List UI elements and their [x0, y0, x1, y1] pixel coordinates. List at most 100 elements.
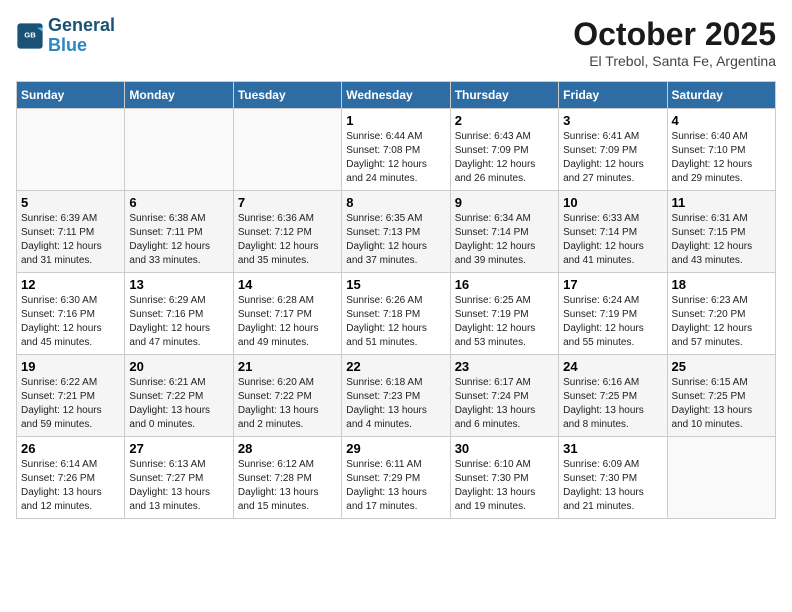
day-number: 14: [238, 277, 337, 292]
calendar-cell: 13 Sunrise: 6:29 AM Sunset: 7:16 PM Dayli…: [125, 273, 233, 355]
day-number: 27: [129, 441, 228, 456]
svg-text:GB: GB: [24, 30, 36, 39]
calendar-cell: 27 Sunrise: 6:13 AM Sunset: 7:27 PM Dayli…: [125, 437, 233, 519]
day-info: Sunrise: 6:28 AM Sunset: 7:17 PM Dayligh…: [238, 294, 337, 350]
day-info: Sunrise: 6:33 AM Sunset: 7:14 PM Dayligh…: [563, 212, 662, 268]
day-number: 13: [129, 277, 228, 292]
calendar-title: October 2025: [573, 16, 776, 53]
day-number: 22: [346, 359, 445, 374]
day-info: Sunrise: 6:43 AM Sunset: 7:09 PM Dayligh…: [455, 130, 554, 186]
day-number: 28: [238, 441, 337, 456]
calendar-header-row: SundayMondayTuesdayWednesdayThursdayFrid…: [17, 82, 776, 109]
day-info: Sunrise: 6:11 AM Sunset: 7:29 PM Dayligh…: [346, 458, 445, 514]
calendar-cell: 2 Sunrise: 6:43 AM Sunset: 7:09 PM Daylig…: [450, 109, 558, 191]
day-number: 26: [21, 441, 120, 456]
day-number: 2: [455, 113, 554, 128]
day-info: Sunrise: 6:17 AM Sunset: 7:24 PM Dayligh…: [455, 376, 554, 432]
day-number: 16: [455, 277, 554, 292]
day-number: 8: [346, 195, 445, 210]
day-number: 31: [563, 441, 662, 456]
calendar-cell: [125, 109, 233, 191]
calendar-cell: 10 Sunrise: 6:33 AM Sunset: 7:14 PM Dayli…: [559, 191, 667, 273]
day-info: Sunrise: 6:20 AM Sunset: 7:22 PM Dayligh…: [238, 376, 337, 432]
day-info: Sunrise: 6:14 AM Sunset: 7:26 PM Dayligh…: [21, 458, 120, 514]
calendar-week-row: 1Sunrise: 6:44 AM Sunset: 7:08 PM Daylig…: [17, 109, 776, 191]
calendar-cell: 9Sunrise: 6:34 AM Sunset: 7:14 PM Daylig…: [450, 191, 558, 273]
day-number: 6: [129, 195, 228, 210]
day-info: Sunrise: 6:23 AM Sunset: 7:20 PM Dayligh…: [672, 294, 771, 350]
day-info: Sunrise: 6:18 AM Sunset: 7:23 PM Dayligh…: [346, 376, 445, 432]
calendar-cell: 28 Sunrise: 6:12 AM Sunset: 7:28 PM Dayli…: [233, 437, 341, 519]
day-number: 5: [21, 195, 120, 210]
calendar-cell: 6Sunrise: 6:38 AM Sunset: 7:11 PM Daylig…: [125, 191, 233, 273]
calendar-cell: 19 Sunrise: 6:22 AM Sunset: 7:21 PM Dayli…: [17, 355, 125, 437]
logo-text-line1: General: [48, 16, 115, 36]
calendar-cell: 12 Sunrise: 6:30 AM Sunset: 7:16 PM Dayli…: [17, 273, 125, 355]
day-info: Sunrise: 6:15 AM Sunset: 7:25 PM Dayligh…: [672, 376, 771, 432]
day-info: Sunrise: 6:13 AM Sunset: 7:27 PM Dayligh…: [129, 458, 228, 514]
calendar-cell: 1Sunrise: 6:44 AM Sunset: 7:08 PM Daylig…: [342, 109, 450, 191]
calendar-cell: 31 Sunrise: 6:09 AM Sunset: 7:30 PM Dayli…: [559, 437, 667, 519]
day-info: Sunrise: 6:21 AM Sunset: 7:22 PM Dayligh…: [129, 376, 228, 432]
calendar-cell: 15 Sunrise: 6:26 AM Sunset: 7:18 PM Dayli…: [342, 273, 450, 355]
day-info: Sunrise: 6:26 AM Sunset: 7:18 PM Dayligh…: [346, 294, 445, 350]
day-info: Sunrise: 6:09 AM Sunset: 7:30 PM Dayligh…: [563, 458, 662, 514]
calendar-cell: 25 Sunrise: 6:15 AM Sunset: 7:25 PM Dayli…: [667, 355, 775, 437]
header-friday: Friday: [559, 82, 667, 109]
day-info: Sunrise: 6:34 AM Sunset: 7:14 PM Dayligh…: [455, 212, 554, 268]
calendar-cell: 14 Sunrise: 6:28 AM Sunset: 7:17 PM Dayli…: [233, 273, 341, 355]
title-area: October 2025 El Trebol, Santa Fe, Argent…: [573, 16, 776, 69]
calendar-cell: 30 Sunrise: 6:10 AM Sunset: 7:30 PM Dayli…: [450, 437, 558, 519]
calendar-cell: 8Sunrise: 6:35 AM Sunset: 7:13 PM Daylig…: [342, 191, 450, 273]
header-wednesday: Wednesday: [342, 82, 450, 109]
calendar-week-row: 26 Sunrise: 6:14 AM Sunset: 7:26 PM Dayli…: [17, 437, 776, 519]
calendar-cell: 20 Sunrise: 6:21 AM Sunset: 7:22 PM Dayli…: [125, 355, 233, 437]
day-number: 10: [563, 195, 662, 210]
day-info: Sunrise: 6:36 AM Sunset: 7:12 PM Dayligh…: [238, 212, 337, 268]
day-info: Sunrise: 6:25 AM Sunset: 7:19 PM Dayligh…: [455, 294, 554, 350]
calendar-cell: 26 Sunrise: 6:14 AM Sunset: 7:26 PM Dayli…: [17, 437, 125, 519]
day-number: 30: [455, 441, 554, 456]
day-number: 23: [455, 359, 554, 374]
day-number: 29: [346, 441, 445, 456]
calendar-cell: 7Sunrise: 6:36 AM Sunset: 7:12 PM Daylig…: [233, 191, 341, 273]
day-number: 19: [21, 359, 120, 374]
calendar-cell: 5 Sunrise: 6:39 AM Sunset: 7:11 PM Daylig…: [17, 191, 125, 273]
day-info: Sunrise: 6:39 AM Sunset: 7:11 PM Dayligh…: [21, 212, 120, 268]
header-monday: Monday: [125, 82, 233, 109]
day-info: Sunrise: 6:31 AM Sunset: 7:15 PM Dayligh…: [672, 212, 771, 268]
day-info: Sunrise: 6:10 AM Sunset: 7:30 PM Dayligh…: [455, 458, 554, 514]
calendar-table: SundayMondayTuesdayWednesdayThursdayFrid…: [16, 81, 776, 519]
calendar-cell: 23 Sunrise: 6:17 AM Sunset: 7:24 PM Dayli…: [450, 355, 558, 437]
day-number: 1: [346, 113, 445, 128]
day-number: 25: [672, 359, 771, 374]
day-number: 11: [672, 195, 771, 210]
calendar-cell: 29 Sunrise: 6:11 AM Sunset: 7:29 PM Dayli…: [342, 437, 450, 519]
day-info: Sunrise: 6:41 AM Sunset: 7:09 PM Dayligh…: [563, 130, 662, 186]
calendar-subtitle: El Trebol, Santa Fe, Argentina: [573, 53, 776, 69]
day-number: 18: [672, 277, 771, 292]
header-sunday: Sunday: [17, 82, 125, 109]
logo-icon: GB: [16, 22, 44, 50]
calendar-cell: [233, 109, 341, 191]
day-info: Sunrise: 6:12 AM Sunset: 7:28 PM Dayligh…: [238, 458, 337, 514]
calendar-week-row: 12 Sunrise: 6:30 AM Sunset: 7:16 PM Dayli…: [17, 273, 776, 355]
day-info: Sunrise: 6:22 AM Sunset: 7:21 PM Dayligh…: [21, 376, 120, 432]
header-thursday: Thursday: [450, 82, 558, 109]
day-number: 24: [563, 359, 662, 374]
day-info: Sunrise: 6:29 AM Sunset: 7:16 PM Dayligh…: [129, 294, 228, 350]
header: GB General Blue October 2025 El Trebol, …: [16, 16, 776, 69]
header-saturday: Saturday: [667, 82, 775, 109]
day-number: 21: [238, 359, 337, 374]
day-info: Sunrise: 6:30 AM Sunset: 7:16 PM Dayligh…: [21, 294, 120, 350]
day-number: 12: [21, 277, 120, 292]
day-info: Sunrise: 6:40 AM Sunset: 7:10 PM Dayligh…: [672, 130, 771, 186]
day-number: 20: [129, 359, 228, 374]
calendar-cell: 24Sunrise: 6:16 AM Sunset: 7:25 PM Dayli…: [559, 355, 667, 437]
day-number: 17: [563, 277, 662, 292]
calendar-cell: 4Sunrise: 6:40 AM Sunset: 7:10 PM Daylig…: [667, 109, 775, 191]
calendar-cell: 17Sunrise: 6:24 AM Sunset: 7:19 PM Dayli…: [559, 273, 667, 355]
day-number: 15: [346, 277, 445, 292]
calendar-cell: 22 Sunrise: 6:18 AM Sunset: 7:23 PM Dayli…: [342, 355, 450, 437]
calendar-cell: 3Sunrise: 6:41 AM Sunset: 7:09 PM Daylig…: [559, 109, 667, 191]
